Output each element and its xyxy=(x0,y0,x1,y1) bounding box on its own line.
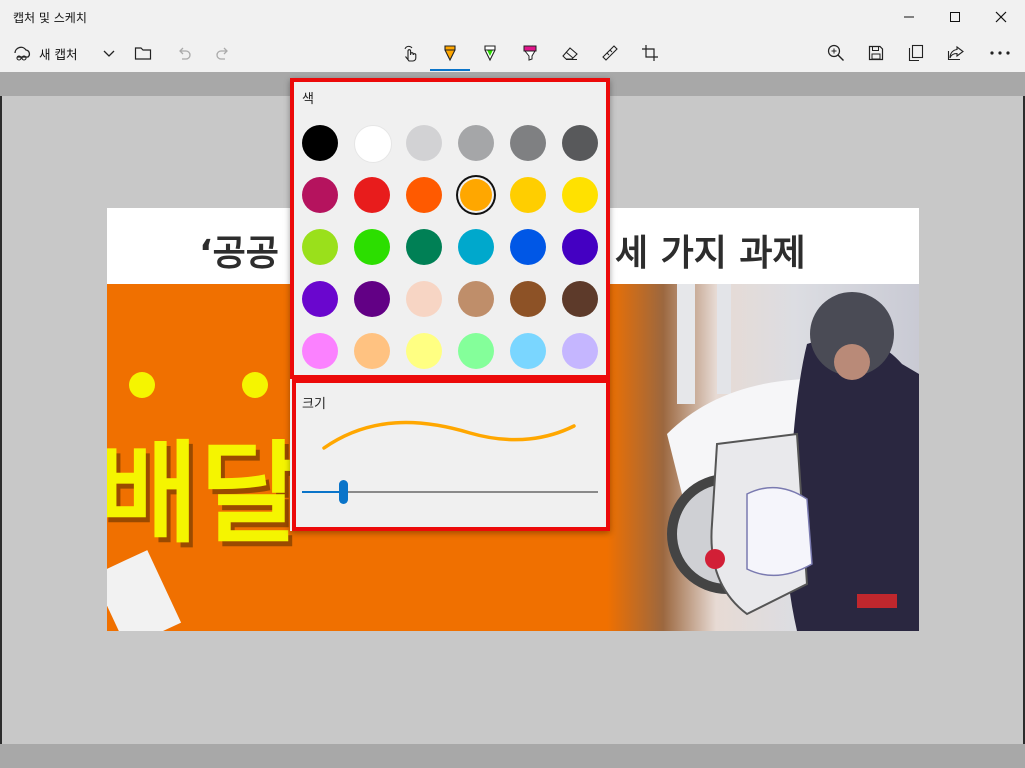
color-swatch[interactable] xyxy=(458,333,494,369)
color-swatch[interactable] xyxy=(354,229,390,265)
color-section-label: 색 xyxy=(302,92,314,107)
color-swatch[interactable] xyxy=(302,333,338,369)
save-button[interactable] xyxy=(864,34,888,72)
new-capture-button[interactable]: 새 캡처 xyxy=(12,34,92,72)
headline-left-text: ‘공공 xyxy=(199,233,279,274)
zoom-in-icon xyxy=(827,44,844,61)
pencil-icon xyxy=(484,45,496,62)
redo-button[interactable] xyxy=(211,34,235,72)
color-swatch[interactable] xyxy=(406,177,442,213)
color-swatch[interactable] xyxy=(302,177,338,213)
color-swatch[interactable] xyxy=(562,177,598,213)
headline-right-text: 세 가지 과제 xyxy=(615,233,806,274)
ballpoint-pen-button[interactable] xyxy=(438,34,462,72)
color-section-highlight xyxy=(290,78,610,379)
eraser-button[interactable] xyxy=(558,34,582,72)
size-slider-fill xyxy=(302,491,344,493)
color-swatch[interactable] xyxy=(458,281,494,317)
color-swatch[interactable] xyxy=(562,125,598,161)
eraser-icon xyxy=(562,47,578,60)
ruler-icon xyxy=(602,45,618,61)
chevron-down-icon xyxy=(103,50,115,57)
color-swatch[interactable] xyxy=(562,333,598,369)
color-swatch[interactable] xyxy=(458,125,494,161)
banner-text: 배달 xyxy=(107,430,304,558)
color-swatch[interactable] xyxy=(406,125,442,161)
color-swatch[interactable] xyxy=(406,229,442,265)
color-swatch[interactable] xyxy=(406,333,442,369)
close-icon xyxy=(995,11,1007,23)
size-slider-thumb[interactable] xyxy=(339,480,349,504)
undo-button[interactable] xyxy=(172,34,196,72)
color-swatch[interactable] xyxy=(302,125,338,161)
rider-illustration xyxy=(667,284,919,631)
share-button[interactable] xyxy=(944,34,968,72)
active-tool-indicator xyxy=(430,69,470,71)
more-icon xyxy=(990,51,1010,55)
highlighter-icon xyxy=(523,45,537,61)
ruler-button[interactable] xyxy=(598,34,622,72)
highlighter-button[interactable] xyxy=(518,34,542,72)
close-button[interactable] xyxy=(978,0,1024,34)
new-capture-label: 새 캡처 xyxy=(39,46,78,62)
color-swatch[interactable] xyxy=(354,177,390,213)
color-swatch[interactable] xyxy=(562,281,598,317)
minimize-button[interactable] xyxy=(886,0,932,34)
capture-mode-dropdown[interactable] xyxy=(97,34,121,72)
color-swatch[interactable] xyxy=(302,229,338,265)
copy-icon xyxy=(908,44,924,62)
maximize-icon xyxy=(950,12,960,22)
color-swatch[interactable] xyxy=(354,125,392,163)
banner-dot xyxy=(242,372,268,398)
window-title: 캡처 및 스케치 xyxy=(13,11,87,25)
touch-hand-icon xyxy=(404,45,417,62)
color-swatch[interactable] xyxy=(510,333,546,369)
crop-icon xyxy=(642,45,658,61)
bottom-canvas-strip xyxy=(0,744,1025,768)
save-icon xyxy=(868,45,884,61)
color-swatch[interactable] xyxy=(406,281,442,317)
scissors-capture-icon xyxy=(14,46,31,61)
color-swatch[interactable] xyxy=(562,229,598,265)
toolbar: 새 캡처 xyxy=(0,34,1025,72)
copy-button[interactable] xyxy=(904,34,928,72)
folder-icon xyxy=(134,47,152,60)
undo-icon xyxy=(179,47,191,60)
color-swatch[interactable] xyxy=(460,179,492,211)
open-file-button[interactable] xyxy=(131,34,155,72)
redo-icon xyxy=(216,47,228,60)
title-bar: 캡처 및 스케치 xyxy=(0,0,1025,34)
color-swatch[interactable] xyxy=(302,281,338,317)
touch-writing-button[interactable] xyxy=(398,34,422,72)
color-swatch[interactable] xyxy=(510,229,546,265)
more-options-button[interactable] xyxy=(986,34,1014,72)
zoom-button[interactable] xyxy=(824,34,848,72)
color-swatch[interactable] xyxy=(354,333,390,369)
left-edge xyxy=(0,96,2,744)
ballpoint-pen-icon xyxy=(444,45,456,62)
color-swatch[interactable] xyxy=(458,229,494,265)
maximize-button[interactable] xyxy=(932,0,978,34)
banner-dot xyxy=(129,372,155,398)
pen-settings-flyout: 색 크기 xyxy=(290,78,610,531)
pencil-button[interactable] xyxy=(478,34,502,72)
color-swatch[interactable] xyxy=(510,125,546,161)
color-swatch[interactable] xyxy=(510,281,546,317)
crop-button[interactable] xyxy=(638,34,662,72)
delivery-rider-photo xyxy=(607,284,919,631)
share-icon xyxy=(947,45,964,61)
color-swatch[interactable] xyxy=(510,177,546,213)
minimize-icon xyxy=(904,16,914,18)
stroke-preview xyxy=(322,420,576,450)
color-swatch[interactable] xyxy=(354,281,390,317)
